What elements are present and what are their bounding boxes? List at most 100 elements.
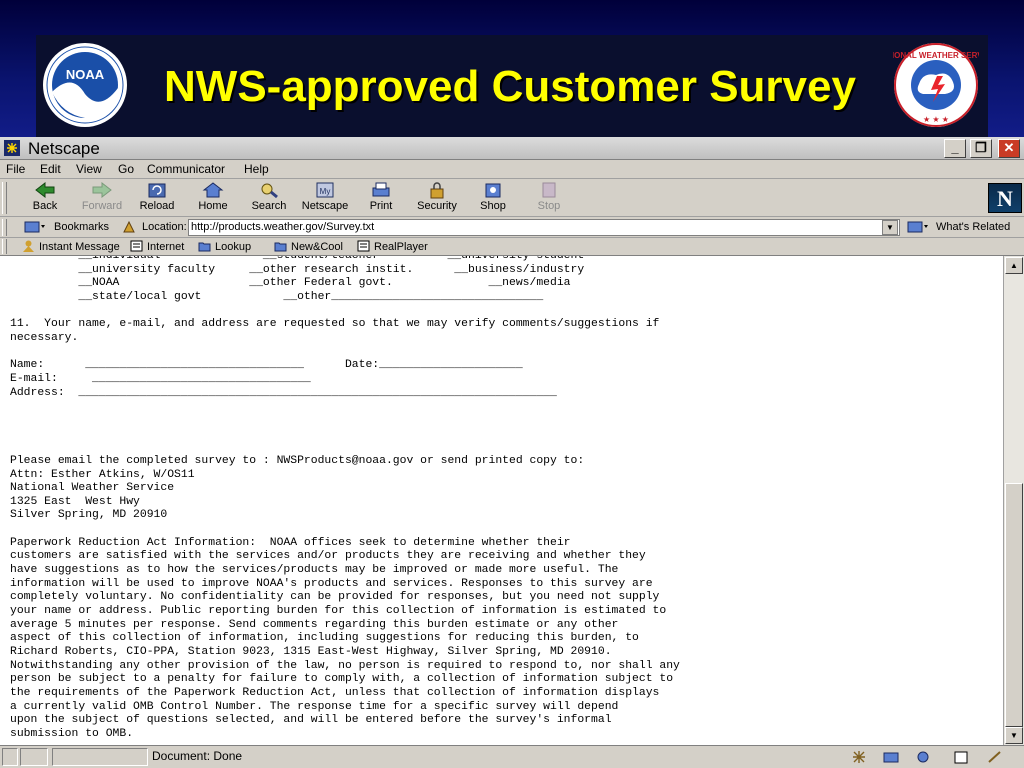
document-line: 1325 East West Hwy — [10, 495, 140, 508]
security-status[interactable] — [2, 748, 18, 766]
slide-header: NOAA NWS-approved Customer Survey NATION… — [0, 0, 1024, 137]
netscape-button[interactable]: My Netscape — [299, 181, 351, 215]
progress-bar — [52, 748, 148, 766]
document-content[interactable]: __individual __student/teacher __univers… — [0, 256, 1003, 745]
document-line: Paperwork Reduction Act Information: NOA… — [10, 536, 571, 549]
new-and-cool-link[interactable]: New&Cool — [274, 240, 343, 253]
scroll-up-button[interactable]: ▲ — [1005, 257, 1023, 274]
scroll-thumb[interactable] — [1005, 483, 1023, 727]
document-line: have suggestions as to how the services/… — [10, 564, 619, 577]
menu-go[interactable]: Go — [118, 162, 134, 176]
stop-button[interactable]: Stop — [523, 181, 575, 215]
forward-arrow-icon — [92, 181, 112, 199]
whats-related-button[interactable]: What's Related — [936, 221, 1010, 233]
reload-icon — [148, 183, 166, 198]
navigator-icon[interactable] — [850, 750, 868, 764]
lookup-link[interactable]: Lookup — [198, 240, 251, 253]
bookmarks-icon — [24, 221, 45, 233]
status-bar: Document: Done — [0, 745, 1024, 768]
scroll-down-button[interactable]: ▼ — [1005, 727, 1023, 744]
stop-icon — [542, 182, 556, 198]
document-line: necessary. — [10, 331, 79, 344]
survey-text: __individual __student/teacher __univers… — [10, 256, 680, 742]
document-line: E-mail: ________________________________ — [10, 372, 311, 385]
menu-file[interactable]: File — [6, 162, 25, 176]
url-dropdown-button[interactable]: ▼ — [882, 220, 898, 235]
url-input[interactable]: http://products.weather.gov/Survey.txt — [188, 219, 900, 236]
document-line: average 5 minutes per response. Send com… — [10, 618, 619, 631]
personal-grip[interactable] — [2, 239, 7, 254]
noaa-logo: NOAA — [43, 43, 127, 127]
svg-text:★ ★ ★: ★ ★ ★ — [923, 115, 949, 124]
document-line: submission to OMB. — [10, 727, 134, 740]
bookmark-page-icon — [357, 240, 370, 252]
composer-icon[interactable] — [986, 750, 1004, 764]
netscape-icon: My — [316, 182, 334, 198]
document-line: Silver Spring, MD 20910 — [10, 509, 168, 522]
location-label: Location: — [142, 221, 187, 233]
forward-button[interactable]: Forward — [76, 181, 128, 215]
minimize-button[interactable]: _ — [944, 139, 966, 158]
lock-icon — [430, 182, 444, 199]
menu-communicator[interactable]: Communicator — [147, 162, 225, 176]
document-line: your name or address. Public reporting b… — [10, 605, 667, 618]
print-icon — [372, 182, 390, 197]
location-grip[interactable] — [2, 219, 7, 236]
status-text: Document: Done — [152, 749, 243, 763]
netscape-throbber[interactable]: N — [988, 183, 1022, 213]
restore-button[interactable]: ❐ — [970, 139, 992, 158]
location-icon[interactable] — [122, 220, 136, 234]
document-line: __state/local govt __other______________… — [10, 290, 544, 303]
shop-button[interactable]: Shop — [467, 181, 519, 215]
document-line: National Weather Service — [10, 482, 175, 495]
close-button[interactable]: ✕ — [998, 139, 1020, 158]
document-line: Address: _______________________________… — [10, 386, 557, 399]
personal-toolbar: Instant Message Internet Lookup New&Cool… — [0, 238, 1024, 256]
vertical-scrollbar[interactable]: ▲ ▼ — [1003, 256, 1024, 745]
document-line: Please email the completed survey to : N… — [10, 454, 585, 467]
netscape-app-icon — [4, 140, 20, 156]
window-title: Netscape — [28, 139, 100, 158]
document-line: __university faculty __other research in… — [10, 263, 585, 276]
document-line: information will be used to improve NOAA… — [10, 577, 653, 590]
bookmarks-button[interactable]: Bookmarks — [54, 221, 109, 233]
search-button[interactable]: Search — [243, 181, 295, 215]
print-button[interactable]: Print — [355, 181, 407, 215]
document-line: __NOAA __other Federal govt. __news/medi… — [10, 277, 571, 290]
newsgroups-icon[interactable] — [914, 750, 932, 764]
reload-button[interactable]: Reload — [131, 181, 183, 215]
navigation-toolbar: Back Forward Reload Home Search My Netsc… — [0, 179, 1024, 217]
nws-logo: NATIONAL WEATHER SERVICE ★ ★ ★ — [893, 43, 979, 127]
menu-edit[interactable]: Edit — [40, 162, 61, 176]
mail-icon[interactable] — [882, 750, 900, 764]
document-line: Attn: Esther Atkins, W/OS11 — [10, 468, 195, 481]
folder-icon — [198, 242, 211, 252]
svg-text:My: My — [320, 187, 331, 196]
shop-icon — [485, 183, 501, 198]
home-button[interactable]: Home — [187, 181, 239, 215]
person-icon — [23, 240, 34, 252]
connection-status — [20, 748, 48, 766]
menu-help[interactable]: Help — [244, 162, 269, 176]
document-line: Richard Roberts, CIO-PPA, Station 9023, … — [10, 646, 612, 659]
title-bar: Netscape _ ❐ ✕ — [0, 137, 1024, 160]
security-button[interactable]: Security — [411, 181, 463, 215]
document-line: __individual __student/teacher __univers… — [10, 256, 585, 262]
realplayer-link[interactable]: RealPlayer — [357, 240, 428, 253]
document-line: customers are satisfied with the service… — [10, 550, 646, 563]
internet-link[interactable]: Internet — [130, 240, 184, 253]
document-line: person be subject to a penalty for failu… — [10, 673, 674, 686]
document-line: aspect of this collection of information… — [10, 632, 639, 645]
address-book-icon[interactable] — [952, 750, 970, 764]
instant-message-link[interactable]: Instant Message — [22, 240, 120, 253]
bookmark-page-icon — [130, 240, 143, 252]
menu-view[interactable]: View — [76, 162, 102, 176]
back-button[interactable]: Back — [19, 181, 71, 215]
svg-text:NATIONAL WEATHER SERVICE: NATIONAL WEATHER SERVICE — [893, 51, 979, 60]
toolbar-grip[interactable] — [2, 182, 7, 214]
